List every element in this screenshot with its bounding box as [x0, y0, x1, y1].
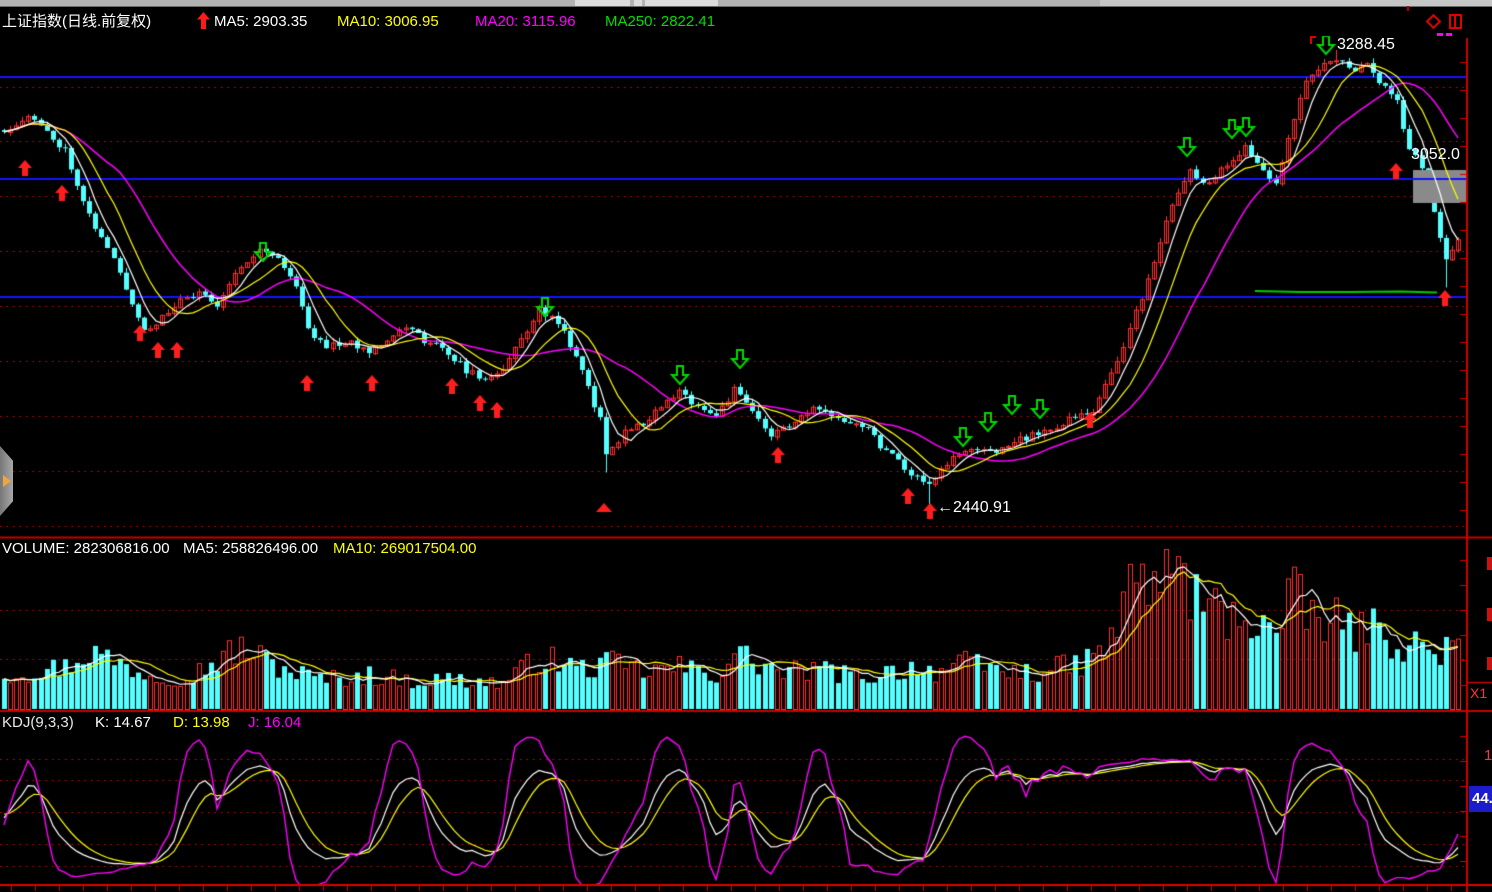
- kdj-current-value-badge: 44.: [1469, 786, 1492, 812]
- low-price-label: ←2440.91: [937, 499, 1011, 516]
- chart-title: 上证指数(日线.前复权): [2, 13, 151, 30]
- peak-price-label: 3288.45: [1337, 36, 1395, 53]
- kdj-badge-text: 44.: [1472, 790, 1492, 807]
- volume-value: VOLUME: 282306816.00: [2, 540, 170, 557]
- kdj-k-value: K: 14.67: [95, 714, 151, 731]
- app-root: { "colors": { "candle_up": "#ff2e2e", "c…: [0, 0, 1492, 892]
- axis-label-fragment: [1487, 657, 1492, 670]
- restore-inner-line: [1454, 16, 1456, 27]
- toolbar-strip: [0, 0, 1492, 7]
- toolbar-button-partial[interactable]: [645, 0, 718, 6]
- volume-ma10-value: MA10: 269017504.00: [333, 540, 476, 557]
- ma250-value: MA250: 2822.41: [605, 13, 715, 30]
- kdj-title: KDJ(9,3,3): [2, 714, 74, 731]
- ma20-value: MA20: 3115.96: [475, 13, 576, 30]
- ma10-value: MA10: 3006.95: [337, 13, 439, 30]
- kdj-d-value: D: 13.98: [173, 714, 230, 731]
- restore-window-icon[interactable]: [1449, 14, 1462, 29]
- kdj-j-value: J: 16.04: [248, 714, 301, 731]
- ma5-value: MA5: 2903.35: [214, 13, 307, 30]
- magenta-dash-icon: [1446, 33, 1452, 36]
- axis-label-fragment: [1487, 608, 1492, 621]
- peak-flag-mark: [1310, 36, 1316, 38]
- kdj-axis-label: 1: [1484, 747, 1492, 764]
- axis-label-fragment: [1487, 557, 1492, 570]
- volume-x1-label: X1: [1470, 685, 1487, 702]
- volume-ma5-value: MA5: 258826496.00: [183, 540, 318, 557]
- chart-canvas[interactable]: [0, 0, 1492, 892]
- expand-arrow-icon: [3, 475, 11, 487]
- magenta-dash-icon: [1437, 33, 1443, 36]
- alert-price-tag: 3052.0: [1411, 146, 1460, 163]
- toolbar-red-tick: [1407, 6, 1409, 11]
- toolbar-button-partial[interactable]: [1100, 0, 1492, 6]
- toolbar-button-partial[interactable]: [634, 0, 642, 6]
- toolbar-button-partial[interactable]: [575, 0, 630, 6]
- up-arrow-icon: [197, 12, 210, 29]
